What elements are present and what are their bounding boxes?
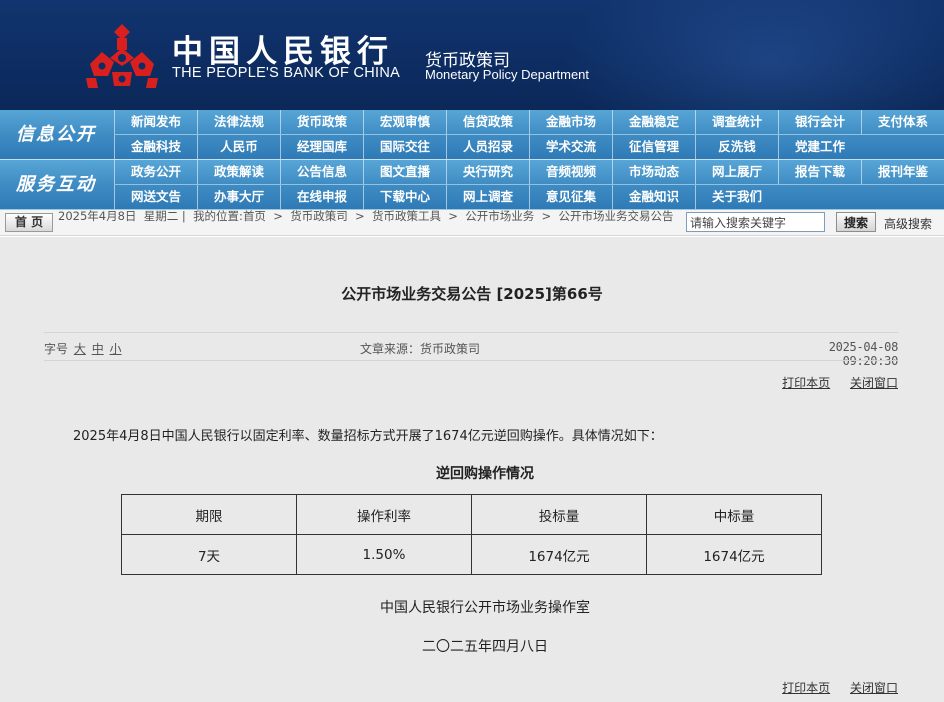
home-button[interactable]: 首 页	[5, 213, 53, 232]
article-tools-top: 打印本页 关闭窗口	[766, 374, 898, 391]
table-header-cell: 期限	[121, 494, 297, 535]
location-label: 我的位置:	[193, 209, 243, 223]
table-caption: 逆回购操作情况	[436, 466, 534, 482]
nav-item[interactable]: 征信管理	[612, 135, 695, 159]
font-size-selector: 字号 大 中 小	[44, 340, 122, 357]
breadcrumb-link-announcements[interactable]: 公开市场业务交易公告	[559, 209, 674, 223]
breadcrumb-link-tools[interactable]: 货币政策工具	[372, 209, 441, 223]
nav-item[interactable]: 音频视频	[529, 160, 612, 184]
nav-item[interactable]: 人员招录	[446, 135, 529, 159]
nav-item[interactable]: 调查统计	[695, 110, 778, 134]
table-header-row: 期限 操作利率 投标量 中标量	[121, 494, 822, 535]
nav-item[interactable]: 报告下载	[778, 160, 861, 184]
nav-item[interactable]: 金融市场	[529, 110, 612, 134]
table-header-cell: 操作利率	[296, 494, 472, 535]
table-header-cell: 中标量	[646, 494, 822, 535]
nav-item[interactable]: 公告信息	[280, 160, 363, 184]
article-body-paragraph: 2025年4月8日中国人民银行以固定利率、数量招标方式开展了1674亿元逆回购操…	[73, 429, 663, 444]
nav-item[interactable]: 网上展厅	[695, 160, 778, 184]
nav-item[interactable]: 市场动态	[612, 160, 695, 184]
signature-office: 中国人民银行公开市场业务操作室	[380, 600, 590, 616]
current-date: 2025年4月8日	[58, 209, 137, 223]
breadcrumb-link-home[interactable]: 首页	[243, 209, 266, 223]
nav-item[interactable]: 在线申报	[280, 185, 363, 209]
nav-item[interactable]: 货币政策	[280, 110, 363, 134]
reverse-repo-table: 期限 操作利率 投标量 中标量 7天 1.50% 1674亿元 1674亿元	[121, 494, 822, 575]
nav-item[interactable]: 报刊年鉴	[861, 160, 944, 184]
article-datetime: 2025-04-08 09:20:30	[828, 340, 899, 368]
nav-item[interactable]: 政策解读	[197, 160, 280, 184]
nav-item[interactable]: 办事大厅	[197, 185, 280, 209]
nav-item[interactable]: 下载中心	[363, 185, 446, 209]
search-input[interactable]	[686, 212, 825, 232]
table-cell: 1674亿元	[471, 534, 647, 575]
search-button[interactable]: 搜索	[836, 212, 876, 232]
nav-item[interactable]: 图文直播	[363, 160, 446, 184]
article-source: 文章来源：货币政策司	[360, 342, 481, 356]
nav-item[interactable]: 宏观审慎	[363, 110, 446, 134]
table-cell: 7天	[121, 534, 297, 575]
nav-divider	[114, 134, 944, 135]
table-cell: 1674亿元	[646, 534, 822, 575]
font-size-small[interactable]: 小	[110, 342, 122, 356]
nav-item[interactable]: 政务公开	[114, 160, 197, 184]
close-window-link[interactable]: 关闭窗口	[850, 681, 898, 695]
nav-item[interactable]: 网上调查	[446, 185, 529, 209]
breadcrumb-link-department[interactable]: 货币政策司	[290, 209, 348, 223]
nav-section-title-service: 服务互动	[16, 174, 96, 195]
article-title: 公开市场业务交易公告 [2025]第66号	[341, 285, 603, 303]
divider	[44, 360, 898, 361]
close-window-link[interactable]: 关闭窗口	[850, 376, 898, 390]
bank-name-en: THE PEOPLE'S BANK OF CHINA	[172, 65, 401, 81]
nav-item[interactable]: 金融科技	[114, 135, 197, 159]
signature-date: 二〇二五年四月八日	[422, 639, 548, 655]
nav-item[interactable]: 经理国库	[280, 135, 363, 159]
breadcrumb-separator: >	[273, 209, 283, 223]
article-tools-bottom: 打印本页 关闭窗口	[766, 679, 898, 696]
nav-item[interactable]: 支付体系	[861, 110, 944, 134]
table-header-cell: 投标量	[471, 494, 647, 535]
nav-item[interactable]: 金融知识	[612, 185, 695, 209]
nav-item[interactable]: 央行研究	[446, 160, 529, 184]
nav-divider	[114, 184, 944, 185]
nav-section-title-info: 信息公开	[16, 124, 96, 145]
nav-item[interactable]: 金融稳定	[612, 110, 695, 134]
nav-item[interactable]: 反洗钱	[695, 135, 778, 159]
current-weekday: 星期二	[143, 209, 179, 223]
divider	[44, 332, 898, 333]
nav-item[interactable]: 信贷政策	[446, 110, 529, 134]
nav-item[interactable]: 意见征集	[529, 185, 612, 209]
print-link[interactable]: 打印本页	[782, 376, 830, 390]
nav-item[interactable]: 学术交流	[529, 135, 612, 159]
pboc-emblem-icon	[86, 24, 158, 88]
banner-glow	[560, 0, 944, 110]
nav-item[interactable]: 网送文告	[114, 185, 197, 209]
department-name-en: Monetary Policy Department	[425, 67, 590, 82]
breadcrumb-link-open-market[interactable]: 公开市场业务	[465, 209, 534, 223]
font-size-medium[interactable]: 中	[92, 342, 104, 356]
nav-item[interactable]: 人民币	[197, 135, 280, 159]
nav-item[interactable]: 法律法规	[197, 110, 280, 134]
print-link[interactable]: 打印本页	[782, 681, 830, 695]
breadcrumb-separator: >	[541, 209, 552, 223]
nav-item[interactable]: 关于我们	[695, 185, 778, 209]
nav-item[interactable]: 新闻发布	[114, 110, 197, 134]
table-cell: 1.50%	[296, 534, 472, 575]
breadcrumb: 2025年4月8日 星期二 | 我的位置:首页 > 货币政策司 > 货币政策工具…	[58, 209, 674, 223]
breadcrumb-separator: >	[448, 209, 458, 223]
table-row: 7天 1.50% 1674亿元 1674亿元	[121, 534, 822, 575]
site-banner: 中国人民银行 THE PEOPLE'S BANK OF CHINA 货币政策司 …	[0, 0, 944, 110]
nav-item[interactable]: 银行会计	[778, 110, 861, 134]
nav-item[interactable]: 国际交往	[363, 135, 446, 159]
breadcrumb-separator: >	[355, 209, 365, 223]
article-content: 公开市场业务交易公告 [2025]第66号 字号 大 中 小 文章来源：货币政策…	[0, 237, 944, 702]
nav-item[interactable]: 党建工作	[778, 135, 861, 159]
breadcrumb-bar: 首 页 2025年4月8日 星期二 | 我的位置:首页 > 货币政策司 > 货币…	[0, 210, 944, 236]
advanced-search-link[interactable]: 高级搜索	[884, 215, 932, 232]
font-size-label: 字号	[44, 342, 69, 356]
font-size-large[interactable]: 大	[74, 342, 86, 356]
